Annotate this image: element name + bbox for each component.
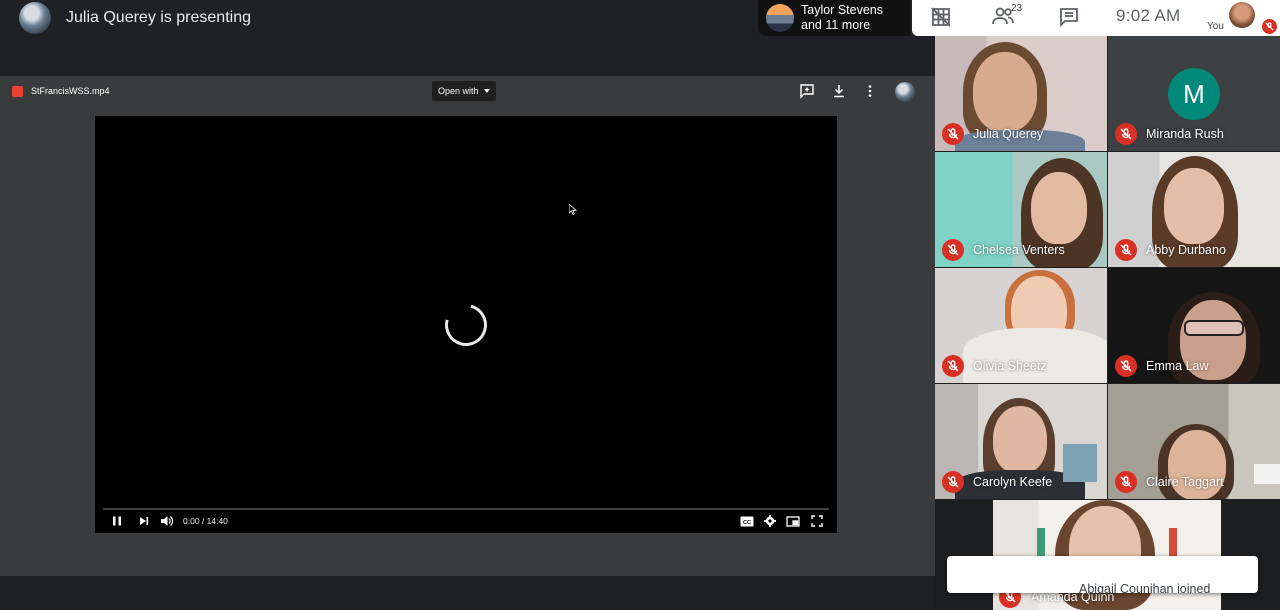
volume-icon[interactable] [160, 514, 174, 528]
participant-name: Miranda Rush [1146, 127, 1224, 141]
clock: 9:02 AM [1116, 6, 1181, 25]
mouse-cursor-icon [568, 202, 578, 220]
svg-text:CC: CC [743, 520, 751, 526]
mic-off-icon [942, 123, 964, 145]
mic-off-icon [1115, 355, 1137, 377]
mic-off-icon [942, 239, 964, 261]
participant-name: Olivia Sheetz [973, 359, 1047, 373]
loading-spinner-icon [437, 296, 495, 354]
miniplayer-icon[interactable] [786, 514, 800, 528]
participant-tile[interactable]: Chelsea Venters [935, 152, 1107, 267]
viewer-header: StFrancisWSS.mp4 Open with [0, 76, 935, 106]
participant-grid: Julia Querey M Miranda Rush Chelsea Vent… [935, 36, 1280, 610]
participant-name: Julia Querey [973, 127, 1044, 141]
participant-name: Claire Taggart [1146, 475, 1224, 489]
video-file-icon [12, 86, 23, 97]
participant-name: Chelsea Venters [973, 243, 1065, 257]
others-name: Taylor Stevens [801, 3, 883, 17]
video-player[interactable]: 0:00 / 14:40 CC [95, 116, 837, 533]
more-vert-icon[interactable] [862, 83, 878, 104]
mic-off-icon [1115, 123, 1137, 145]
captions-icon[interactable]: CC [740, 514, 754, 528]
participant-name: Emma Law [1146, 359, 1209, 373]
participant-tile[interactable]: Olivia Sheetz [935, 268, 1107, 383]
open-with-label: Open with [438, 86, 479, 96]
presenter-text: Julia Querey is presenting [66, 9, 251, 26]
mic-off-icon [1115, 239, 1137, 261]
account-avatar[interactable] [895, 82, 915, 102]
participant-tile[interactable]: Claire Taggart [1108, 384, 1280, 499]
pause-button[interactable] [111, 514, 123, 528]
add-comment-icon[interactable] [799, 83, 815, 104]
participant-tile[interactable]: M Miranda Rush [1108, 36, 1280, 151]
avatar [766, 4, 794, 32]
participant-name: Carolyn Keefe [973, 475, 1053, 489]
you-label: You [1207, 21, 1224, 32]
file-name: StFrancisWSS.mp4 [31, 86, 110, 96]
avatar: M [1168, 68, 1220, 120]
video-viewer: StFrancisWSS.mp4 Open with 0:00 / 14:40 … [0, 76, 935, 576]
next-button[interactable] [138, 514, 150, 528]
participant-tile[interactable]: Emma Law [1108, 268, 1280, 383]
notification-text: Abigail Counihan joined [1079, 582, 1211, 593]
participant-tile[interactable]: Julia Querey [935, 36, 1107, 151]
others-more: and 11 more [801, 18, 871, 32]
people-count: 23 [1011, 3, 1023, 14]
layout-grid-icon[interactable] [929, 5, 953, 29]
video-time: 0:00 / 14:40 [183, 516, 228, 526]
participant-name: Abby Durbano [1146, 243, 1226, 257]
self-avatar[interactable] [1229, 2, 1255, 28]
participant-tile[interactable]: Carolyn Keefe [935, 384, 1107, 499]
fullscreen-icon[interactable] [811, 514, 823, 528]
participant-tile[interactable]: Amanda Quinn [993, 500, 1221, 610]
mic-off-icon [942, 355, 964, 377]
mic-off-icon [1262, 19, 1277, 34]
other-participants-chip[interactable]: Taylor Stevens and 11 more [758, 0, 910, 36]
chat-icon[interactable] [1057, 5, 1081, 29]
caret-down-icon [483, 89, 490, 93]
open-with-button[interactable]: Open with [432, 81, 496, 101]
download-icon[interactable] [831, 83, 847, 104]
presenter-avatar [19, 2, 51, 34]
settings-gear-icon[interactable] [764, 514, 776, 528]
mic-off-icon [942, 471, 964, 493]
participant-tile[interactable]: Abby Durbano [1108, 152, 1280, 267]
progress-bar[interactable] [103, 508, 829, 510]
bottom-band [0, 576, 935, 610]
join-notification: Abigail Counihan joined [947, 556, 1258, 593]
meeting-toolbar: 23 9:02 AM You [912, 0, 1280, 36]
mic-off-icon [1115, 471, 1137, 493]
